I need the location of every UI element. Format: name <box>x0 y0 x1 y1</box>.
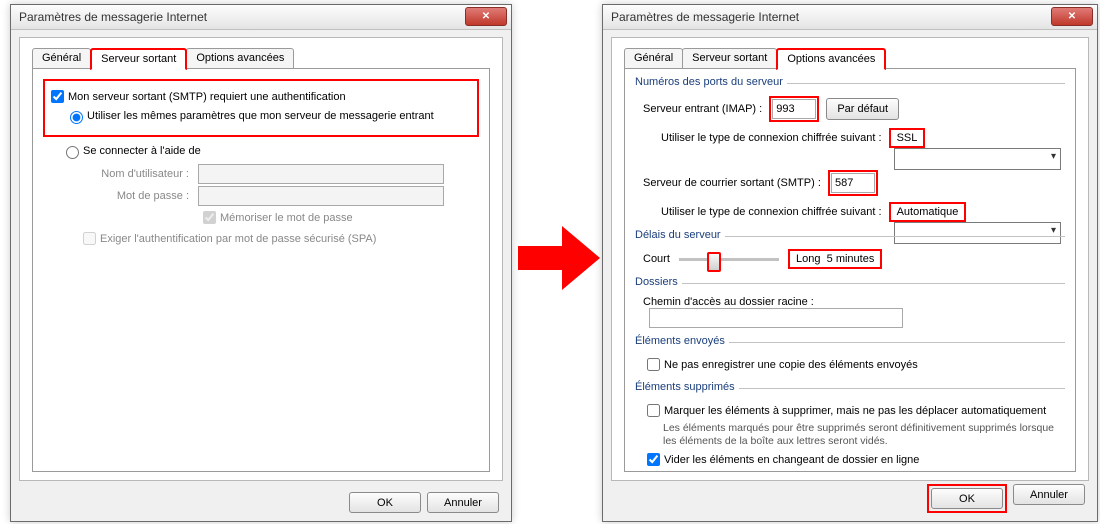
input-root-folder[interactable] <box>649 308 903 328</box>
radio-same-settings[interactable]: Utiliser les mêmes paramètres que mon se… <box>65 108 434 124</box>
checkbox-spa-label: Exiger l'authentification par mot de pas… <box>100 233 376 245</box>
checkbox-spa[interactable]: Exiger l'authentification par mot de pas… <box>79 229 376 248</box>
checkbox-remember-password-input[interactable] <box>203 211 216 224</box>
label-username: Nom d'utilisateur : <box>79 168 189 180</box>
close-button[interactable]: ✕ <box>465 7 507 26</box>
dialog-client: Général Serveur sortant Options avancées… <box>19 37 503 481</box>
checkbox-mark-deleted-label: Marquer les éléments à supprimer, mais n… <box>664 405 1046 417</box>
dialog-buttons: OK Annuler <box>927 484 1085 513</box>
slider-timeout[interactable] <box>679 258 779 261</box>
group-server-ports: Numéros des ports du serveur Serveur ent… <box>635 83 1065 228</box>
checkbox-remember-password[interactable]: Mémoriser le mot de passe <box>199 208 353 227</box>
radio-login-with-label: Se connecter à l'aide de <box>83 145 201 157</box>
checkbox-purge-on-switch-label: Vider les éléments en changeant de dossi… <box>664 454 919 466</box>
ok-button[interactable]: OK <box>349 492 421 513</box>
tab-general[interactable]: Général <box>32 48 91 70</box>
legend-server-timeout: Délais du serveur <box>635 229 725 241</box>
group-folders: Dossiers Chemin d'accès au dossier racin… <box>635 283 1065 334</box>
tab-body: Mon serveur sortant (SMTP) requiert une … <box>32 68 490 472</box>
legend-folders: Dossiers <box>635 276 682 288</box>
checkbox-remember-password-label: Mémoriser le mot de passe <box>220 212 353 224</box>
checkbox-purge-on-switch[interactable]: Vider les éléments en changeant de dossi… <box>643 450 919 469</box>
value-encryption-outgoing: Automatique <box>891 204 965 220</box>
label-incoming-port: Serveur entrant (IMAP) : <box>643 103 762 115</box>
dialog-buttons: OK Annuler <box>349 492 499 513</box>
select-encryption-incoming[interactable] <box>894 148 1061 170</box>
dialog-smtp-outgoing: Paramètres de messagerie Internet ✕ Géné… <box>10 4 512 522</box>
legend-deleted-items: Éléments supprimés <box>635 381 739 393</box>
cancel-button[interactable]: Annuler <box>427 492 499 513</box>
titlebar[interactable]: Paramètres de messagerie Internet ✕ <box>11 5 511 30</box>
window-title: Paramètres de messagerie Internet <box>19 10 207 24</box>
dialog-client: Général Serveur sortant Options avancées… <box>611 37 1089 481</box>
arrow-icon <box>518 226 600 290</box>
text-mark-deleted-desc: Les éléments marqués pour être supprimés… <box>663 422 1059 448</box>
group-deleted-items: Éléments supprimés Marquer les éléments … <box>635 388 1065 475</box>
input-outgoing-port[interactable] <box>831 173 875 193</box>
tab-general[interactable]: Général <box>624 48 683 70</box>
checkbox-require-auth-input[interactable] <box>51 90 64 103</box>
close-button[interactable]: ✕ <box>1051 7 1093 26</box>
radio-same-settings-label: Utiliser les mêmes paramètres que mon se… <box>87 110 434 122</box>
input-incoming-port[interactable] <box>772 99 816 119</box>
checkbox-purge-on-switch-input[interactable] <box>647 453 660 466</box>
checkbox-require-auth[interactable]: Mon serveur sortant (SMTP) requiert une … <box>47 87 346 106</box>
legend-sent-items: Éléments envoyés <box>635 335 729 347</box>
checkbox-require-auth-label: Mon serveur sortant (SMTP) requiert une … <box>68 91 346 103</box>
cancel-button[interactable]: Annuler <box>1013 484 1085 505</box>
label-timeout-short: Court <box>643 253 670 265</box>
input-username[interactable] <box>198 164 444 184</box>
checkbox-no-sent-copy[interactable]: Ne pas enregistrer une copie des élément… <box>643 355 918 374</box>
tabstrip: Général Serveur sortant Options avancées <box>624 47 885 69</box>
value-timeout: 5 minutes <box>827 253 875 265</box>
label-encryption-outgoing: Utiliser le type de connexion chiffrée s… <box>661 206 882 218</box>
radio-same-settings-input[interactable] <box>70 111 83 124</box>
tabstrip: Général Serveur sortant Options avancées <box>32 47 293 69</box>
ok-button[interactable]: OK <box>931 488 1003 509</box>
slider-thumb[interactable] <box>707 252 721 272</box>
checkbox-mark-deleted-input[interactable] <box>647 404 660 417</box>
titlebar[interactable]: Paramètres de messagerie Internet ✕ <box>603 5 1097 30</box>
legend-server-ports: Numéros des ports du serveur <box>635 76 787 88</box>
window-title: Paramètres de messagerie Internet <box>611 10 799 24</box>
radio-login-with-input[interactable] <box>66 146 79 159</box>
checkbox-no-sent-copy-input[interactable] <box>647 358 660 371</box>
label-encryption-incoming: Utiliser le type de connexion chiffrée s… <box>661 132 882 144</box>
dialog-advanced-options: Paramètres de messagerie Internet ✕ Géné… <box>602 4 1098 522</box>
label-timeout-long: Long <box>796 253 820 265</box>
input-password[interactable] <box>198 186 444 206</box>
tab-advanced[interactable]: Options avancées <box>186 48 294 70</box>
group-sent-items: Éléments envoyés Ne pas enregistrer une … <box>635 342 1065 380</box>
checkbox-mark-deleted[interactable]: Marquer les éléments à supprimer, mais n… <box>643 401 1046 420</box>
checkbox-no-sent-copy-label: Ne pas enregistrer une copie des élément… <box>664 359 918 371</box>
label-outgoing-port: Serveur de courrier sortant (SMTP) : <box>643 177 821 189</box>
checkbox-spa-input[interactable] <box>83 232 96 245</box>
label-root-folder: Chemin d'accès au dossier racine : <box>643 296 814 308</box>
tab-outgoing-server[interactable]: Serveur sortant <box>682 48 777 70</box>
tab-advanced[interactable]: Options avancées <box>776 48 886 70</box>
tab-body: Numéros des ports du serveur Serveur ent… <box>624 68 1076 472</box>
value-encryption-incoming: SSL <box>891 130 924 146</box>
radio-login-with[interactable]: Se connecter à l'aide de <box>61 143 201 159</box>
group-server-timeout: Délais du serveur Court Long 5 minutes <box>635 236 1065 275</box>
tab-outgoing-server[interactable]: Serveur sortant <box>90 48 187 70</box>
label-password: Mot de passe : <box>79 190 189 202</box>
button-default-ports[interactable]: Par défaut <box>826 98 899 120</box>
